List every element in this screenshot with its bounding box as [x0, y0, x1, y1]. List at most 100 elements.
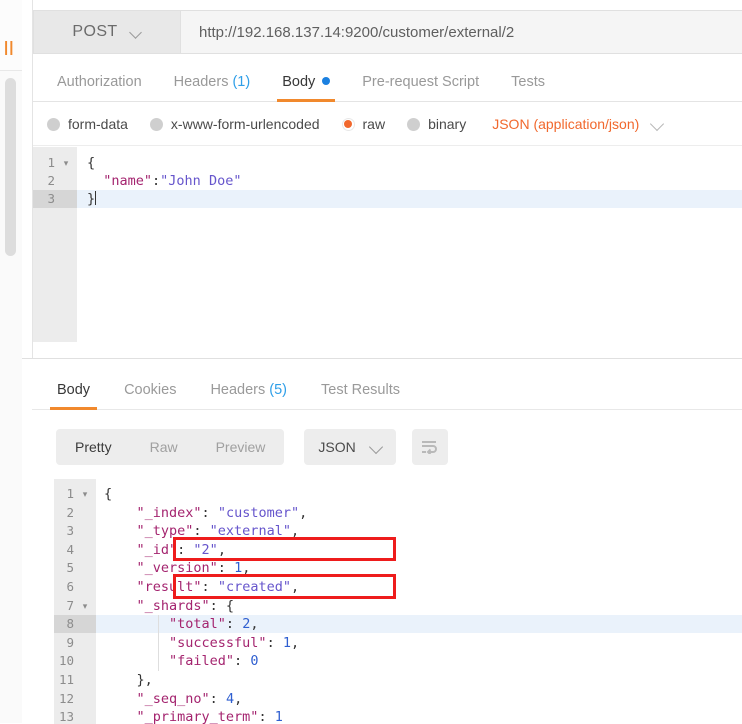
response-tab-count: (5) [265, 382, 288, 398]
code-token: , [290, 634, 300, 651]
request-editor-code[interactable]: { "name":"John Doe"} [77, 147, 742, 342]
request-tab-label: Authorization [57, 74, 142, 90]
code-line: "_primary_term": 1 [104, 708, 283, 724]
code-line: "_type": "external", [104, 522, 300, 540]
word-wrap-button[interactable] [411, 429, 448, 465]
response-tab-bar: Body Cookies Headers (5) Test Results [32, 372, 742, 410]
response-tab-headers[interactable]: Headers (5) [193, 382, 304, 409]
code-line: "_version": 1, [104, 559, 251, 577]
response-format-pretty[interactable]: Pretty [56, 429, 131, 465]
request-tab-pre-request-script[interactable]: Pre-request Script [346, 74, 495, 101]
code-token: "_id" [104, 541, 178, 558]
code-fold-toggle-icon[interactable]: ▾ [61, 154, 71, 172]
request-tab-body[interactable]: Body [266, 74, 346, 102]
code-token: "result" [104, 579, 202, 595]
code-line: "result": "created", [104, 578, 300, 596]
http-method-dropdown[interactable]: POST [33, 10, 180, 54]
code-line: "_index": "customer", [104, 504, 308, 522]
response-format-group: Pretty Raw Preview [56, 429, 285, 465]
chevron-down-icon [131, 27, 142, 38]
response-tab-body[interactable]: Body [40, 382, 107, 410]
response-language-dropdown[interactable]: JSON [304, 429, 396, 465]
sidebar-truncated-label: || [4, 40, 15, 56]
body-type-form-data[interactable]: form-data [47, 116, 128, 132]
body-type-raw[interactable]: raw [341, 116, 386, 132]
line-number: 4 [66, 541, 74, 557]
line-number: 2 [66, 504, 74, 520]
code-token: "_seq_no" [104, 690, 210, 707]
line-number: 3 [66, 523, 74, 539]
request-tab-bar: Authorization Headers (1) Body Pre-request … [33, 64, 742, 102]
code-fold-toggle-icon[interactable]: ▾ [80, 485, 90, 503]
code-fold-toggle-icon[interactable]: ▾ [80, 597, 90, 615]
response-toolbar: Pretty Raw Preview JSON [56, 429, 448, 465]
response-body-editor[interactable]: 1▾234567▾891011121314 { "_index": "custo… [54, 479, 742, 724]
request-tab-authorization[interactable]: Authorization [41, 74, 158, 101]
request-editor-gutter: 1 ▾ 2 3 [33, 147, 77, 342]
request-body-editor[interactable]: 1 ▾ 2 3 { "name":"John Doe"} [33, 147, 742, 342]
response-format-preview[interactable]: Preview [197, 429, 285, 465]
request-tab-headers[interactable]: Headers (1) [158, 74, 267, 101]
request-tab-label: Tests [511, 74, 545, 90]
response-editor-code[interactable]: { "_index": "customer", "_type": "extern… [96, 479, 742, 724]
code-token: 1 [274, 709, 283, 724]
code-line: "failed": 0 [104, 652, 258, 670]
code-token: "name" [87, 173, 153, 189]
code-token: 0 [250, 653, 259, 670]
sidebar-scrollbar[interactable] [5, 78, 16, 256]
response-tab-label: Cookies [124, 382, 177, 398]
code-token: : [177, 541, 194, 558]
line-number: 5 [66, 560, 74, 576]
line-number: 8 [66, 616, 74, 632]
request-tab-tests[interactable]: Tests [495, 74, 561, 101]
code-token: "_primary_term" [104, 709, 259, 724]
code-token: "customer" [217, 504, 300, 521]
http-method-label: POST [72, 23, 118, 40]
radio-icon [149, 117, 163, 131]
chevron-down-icon [651, 118, 663, 130]
code-token: "_version" [104, 560, 218, 577]
code-line: "total": 2, [104, 615, 258, 633]
code-line: { [87, 154, 95, 172]
body-type-label: raw [362, 116, 386, 132]
code-token: : [201, 579, 218, 595]
code-line: "_shards": { [104, 597, 235, 615]
response-pane: Body Cookies Headers (5) Test Results Prett… [22, 358, 742, 724]
code-token: , [242, 560, 251, 577]
response-language-label: JSON [318, 439, 356, 455]
line-number: 9 [66, 634, 74, 650]
code-token: "2" [193, 541, 218, 558]
request-tab-count: (1) [228, 74, 251, 90]
body-modified-dot-icon [322, 77, 331, 85]
response-editor-gutter: 1▾234567▾891011121314 [54, 479, 96, 724]
line-number: 2 [47, 173, 55, 188]
content-type-label: JSON (application/json) [492, 116, 640, 132]
url-bar: POST http://192.168.137.14:9200/customer… [33, 10, 742, 54]
radio-icon [47, 117, 60, 131]
text-cursor [95, 191, 97, 205]
content-type-dropdown[interactable]: JSON (application/json) [492, 116, 663, 132]
code-token: "John Doe" [160, 173, 242, 189]
line-number: 13 [58, 709, 74, 724]
response-format-raw[interactable]: Raw [131, 429, 197, 465]
gutter-highlight [54, 615, 96, 634]
response-tab-test-results[interactable]: Test Results [304, 382, 417, 409]
code-token: : { [209, 597, 235, 614]
response-tab-cookies[interactable]: Cookies [107, 382, 193, 409]
body-type-label: binary [428, 116, 467, 132]
active-line-highlight [77, 190, 742, 208]
code-token: : [266, 634, 283, 651]
radio-icon [407, 117, 421, 131]
code-line: } [87, 190, 97, 208]
request-tab-label: Pre-request Script [362, 74, 480, 90]
code-token: , [234, 690, 243, 707]
code-token: 1 [234, 560, 243, 577]
code-token: "successful" [104, 634, 267, 651]
line-number: 10 [58, 653, 74, 669]
body-type-binary[interactable]: binary [407, 116, 466, 132]
url-input[interactable]: http://192.168.137.14:9200/customer/exte… [180, 10, 742, 54]
code-line: "_id": "2", [104, 541, 226, 559]
code-token: , [299, 504, 308, 521]
body-type-x-www-form-urlencoded[interactable]: x-www-form-urlencoded [149, 116, 320, 132]
radio-icon [341, 117, 355, 131]
